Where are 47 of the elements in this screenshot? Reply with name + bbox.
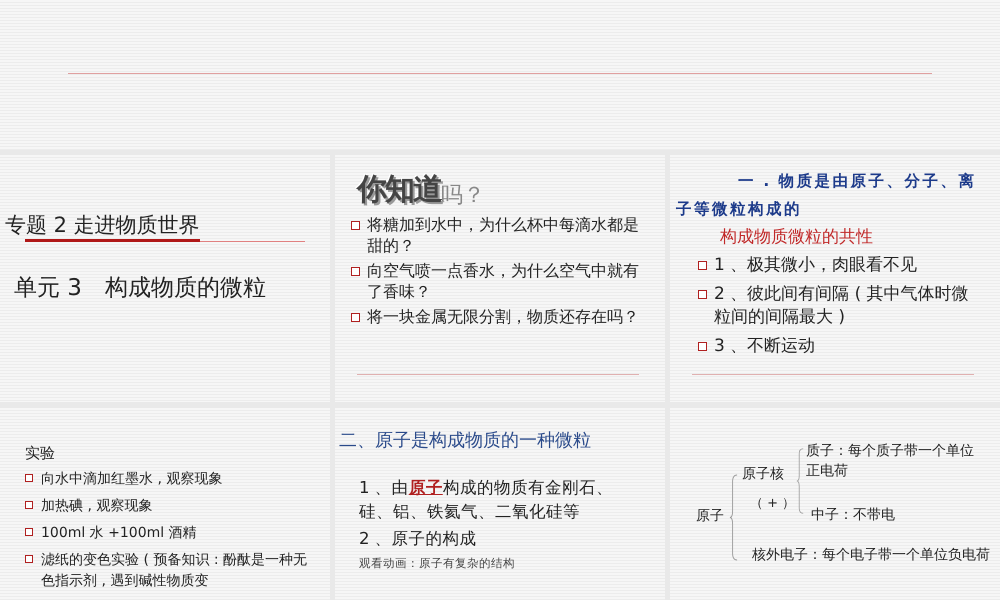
bullet-icon — [351, 221, 360, 230]
diagram-label: 原子核 — [742, 465, 784, 483]
slide-note: 观看动画：原子有复杂的结构 — [359, 556, 516, 571]
wordart-title: 你知道 — [357, 171, 441, 209]
slide-thumbnail[interactable]: 专题 2 走进物质世界 单元 3 构成物质的微粒 — [0, 155, 330, 402]
slide-thumbnail[interactable]: 原子 原子核 （ + ） 质子：每个质子带一个单位正电荷 中子：不带电 核外电子：每个电子带一个单位负电荷 — [670, 408, 1000, 600]
slide-subheading: 构成物质微粒的共性 — [720, 226, 874, 248]
slide-title: 专题 2 走进物质世界 — [5, 212, 201, 239]
slide-thumbnail[interactable]: 实验 向水中滴加红墨水 , 观察现象 加热碘 , 观察现象 100ml 水 +100ml 酒精 滤纸的变色实验 ( 预备知识 : 酚酞是一种无色指示剂 , 遇到碱性物质变 — [0, 408, 330, 600]
bullet-icon — [351, 267, 360, 276]
brace-icon — [729, 474, 738, 561]
diagram-label: 中子：不带电 — [811, 506, 895, 524]
slide-text: 2 、原子的构成 — [359, 528, 478, 550]
bullet-text: 向空气喷一点香水，为什么空气中就有了香味？ — [367, 260, 639, 302]
bullet-text: 2 、彼此间有间隔 ( 其中气体时微粒间的间隔最大 ) — [714, 283, 970, 329]
bullet-text: 3 、不断运动 — [714, 335, 816, 358]
slide-subtitle: 单元 3 构成物质的微粒 — [14, 274, 267, 303]
slide-thumbnail[interactable]: 一 . 物质是由原子、分子、离子等微粒构成的 构成物质微粒的共性 1 、极其微小，肉眼看不见 2 、彼此间有间隔 ( 其中气体时微粒间的间隔最大 ) 3 、不断运动 — [670, 155, 1000, 402]
slide-thumbnail[interactable] — [0, 0, 1000, 150]
bullet-icon — [25, 555, 33, 563]
bullet-text: 将一块金属无限分割，物质还存在吗？ — [367, 306, 639, 327]
bullet-icon — [698, 261, 707, 270]
slide-heading: 实验 — [25, 444, 56, 463]
slide-heading: 一 . 物质是由原子、分子、离子等微粒构成的 — [676, 171, 978, 220]
bullet-icon — [698, 290, 707, 299]
bullet-text: 向水中滴加红墨水 , 观察现象 — [41, 470, 222, 489]
bullet-text: 滤纸的变色实验 ( 预备知识 : 酚酞是一种无色指示剂 , 遇到碱性物质变 — [41, 551, 308, 591]
wordart-title: 吗？ — [441, 183, 485, 210]
slide-thumbnail[interactable]: 你知道吗？ 将糖加到水中，为什么杯中每滴水都是甜的？ 向空气喷一点香水，为什么空气中就有了香味？ 将一块金属无限分割，物质还存在吗？ — [335, 155, 665, 402]
bullet-text: 将糖加到水中，为什么杯中每滴水都是甜的？ — [367, 214, 639, 256]
bullet-text: 加热碘 , 观察现象 — [41, 497, 152, 516]
bullet-icon — [25, 474, 33, 482]
brace-icon — [796, 448, 804, 514]
slide-text: 1 、由原子构成的物质有金刚石、硅、铝、铁氦气、二氧化硅等 — [359, 477, 614, 523]
slide-heading: 二、原子是构成物质的一种微粒 — [339, 429, 592, 452]
bullet-text: 100ml 水 +100ml 酒精 — [41, 524, 197, 543]
diagram-label: 核外电子：每个电子带一个单位负电荷 — [752, 546, 991, 565]
link[interactable]: 原子 — [408, 478, 443, 497]
bullet-icon — [698, 342, 707, 351]
diagram-label: 原子 — [696, 507, 724, 525]
bullet-icon — [25, 528, 33, 536]
diagram-label: 质子：每个质子带一个单位正电荷 — [806, 442, 975, 481]
bullet-icon — [25, 501, 33, 509]
diagram-label: （ + ） — [750, 495, 796, 512]
slide-thumbnail[interactable]: 二、原子是构成物质的一种微粒 1 、由原子构成的物质有金刚石、硅、铝、铁氦气、二氧化硅等 2 、原子的构成 观看动画：原子有复杂的结构 — [335, 408, 665, 600]
bullet-icon — [351, 313, 360, 322]
bullet-text: 1 、极其微小，肉眼看不见 — [714, 254, 918, 277]
